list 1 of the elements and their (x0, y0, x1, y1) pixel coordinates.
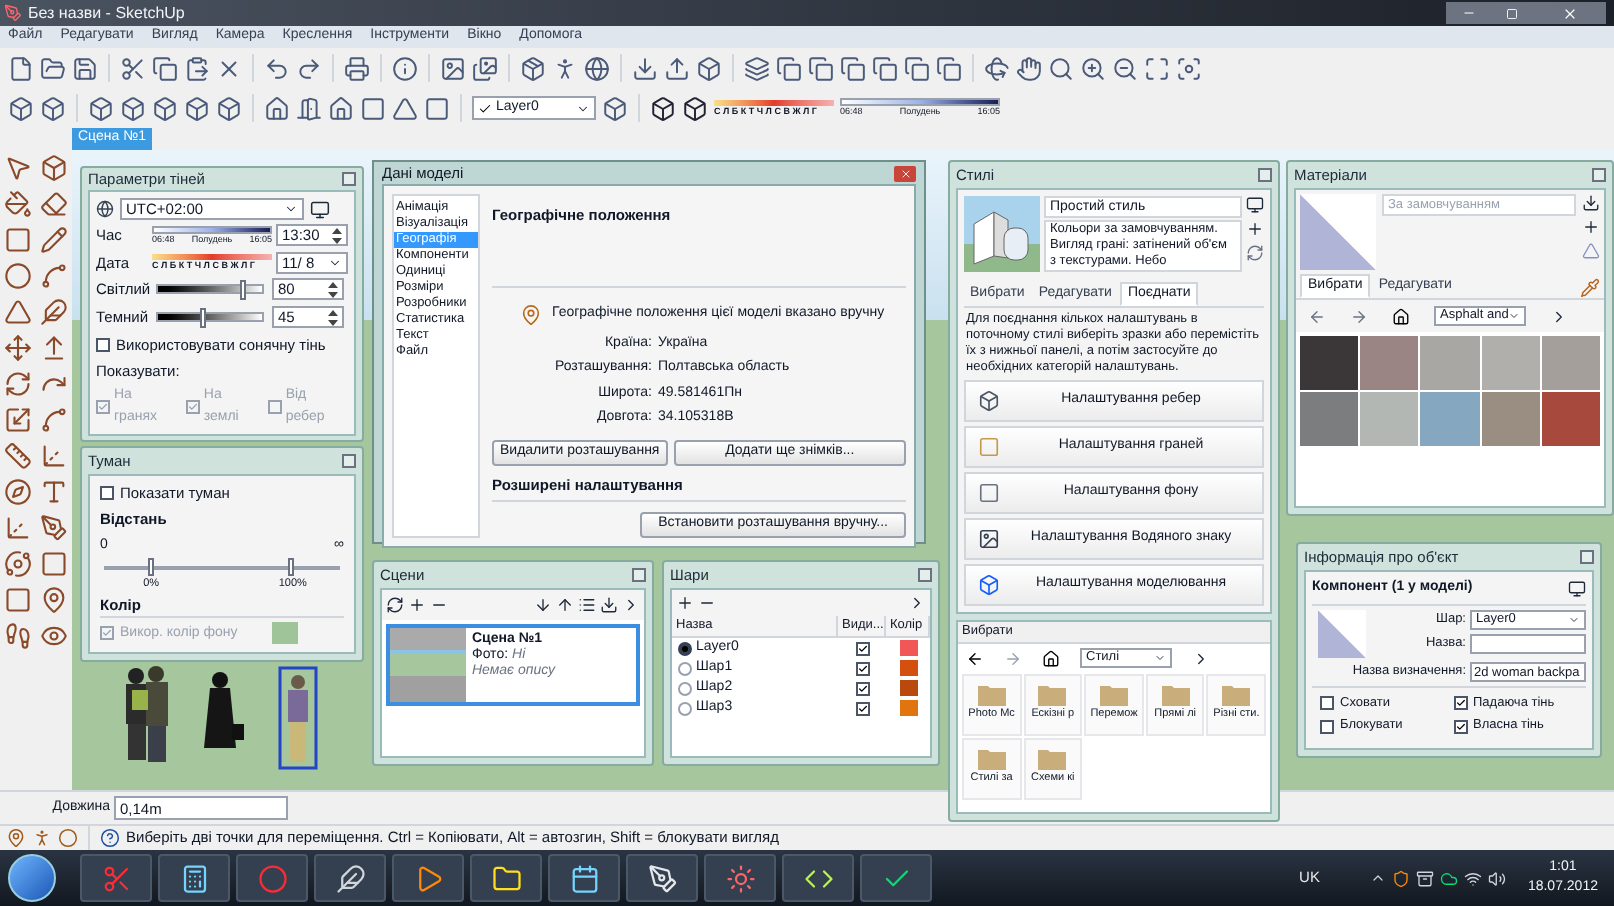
window-title: Без назви - SketchUp (28, 1, 185, 25)
